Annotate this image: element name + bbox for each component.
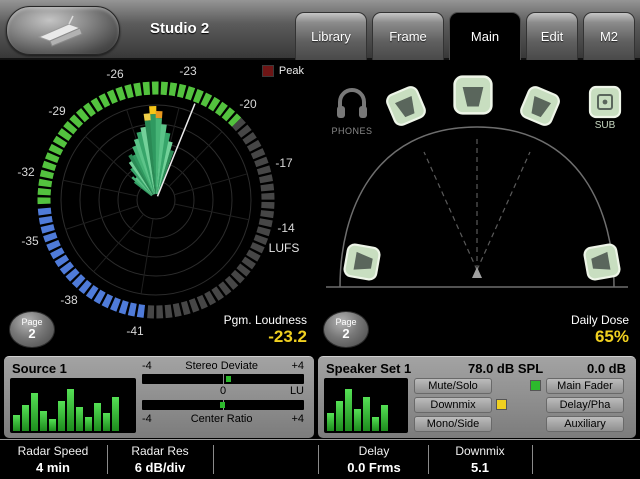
meter-screen: Studio 2 Library Frame Main Edit M2 LUFS… [0,0,640,479]
sub-label: SUB [595,120,616,131]
radar-scale-label: -41 [126,324,143,338]
speaker-level-histogram [324,378,408,433]
right-axis-line [477,152,530,270]
brand-logo [6,6,120,55]
speaker-set-panel: Speaker Set 1 78.0 dB SPL 0.0 dB Mute/So… [318,356,636,438]
radar-res-cell[interactable]: Radar Res 6 dB/div [108,440,212,479]
histogram-bar [354,409,361,431]
radar-speed-cell[interactable]: Radar Speed 4 min [0,440,106,479]
separator [107,445,108,474]
histogram-bar [372,417,379,431]
histogram-bar [76,407,83,431]
downmix-active-indicator [496,399,507,410]
center-ratio-label: Center Ratio [191,413,253,425]
histogram-bar [327,413,334,431]
separator [532,445,533,474]
histogram-bar [58,401,65,431]
downmix-cell[interactable]: Downmix 5.1 [430,440,530,479]
radar-scale-label: -20 [239,97,256,111]
program-loudness-label: Pgm. Loudness [224,313,307,327]
histogram-bar [94,403,101,431]
histogram-bar [49,419,56,431]
speaker-icon-surround-left[interactable] [343,243,380,280]
radar-scale-label: -32 [17,165,34,179]
lu-unit-label: LU [290,385,304,397]
subwoofer-icon[interactable] [590,87,620,117]
histogram-bar [363,397,370,431]
radar-scale-label: -38 [60,293,77,307]
histogram-bar [22,405,29,431]
daily-dose-value: 65% [595,327,629,347]
daily-dose-label: Daily Dose [571,313,629,327]
center-ratio-scale: -4 Center Ratio +4 [142,413,304,425]
speaker-icon-surround-right[interactable] [583,243,620,280]
histogram-bar [40,411,47,431]
delay-pha-button[interactable]: Delay/Pha [546,397,624,413]
radar-scale-label: -17 [275,156,292,170]
separator [213,445,214,474]
tab-bar: Library Frame Main Edit M2 [295,12,635,60]
source-title: Source 1 [12,361,67,376]
loudness-radar-panel: LUFS Peak Page 2 Pgm. Loudness -23.2 -23… [4,62,314,354]
histogram-bar [345,389,352,431]
source-panel: Source 1 -4 Stereo Deviate +4 0 LU -4 Ce… [4,356,314,438]
tab-frame[interactable]: Frame [372,12,444,60]
page-title: Studio 2 [150,20,209,37]
speaker-icon-center[interactable] [455,77,492,114]
spl-value: 78.0 dB SPL [468,361,543,376]
stereo-deviate-label: Stereo Deviate [185,360,258,372]
stereo-deviate-meter [142,374,304,384]
radar-scale-label: -29 [48,104,65,118]
speaker-icon-front-left[interactable] [385,85,427,127]
auxiliary-button[interactable]: Auxiliary [546,416,624,432]
radar-scale-label: -14 [277,221,294,235]
logo-device-icon [7,7,119,54]
radar-page-button[interactable]: Page 2 [9,311,55,348]
phones-label: PHONES [328,126,376,136]
meter-zero-row: 0 LU [142,385,304,397]
center-ratio-meter [142,400,304,410]
histogram-bar [13,415,20,431]
program-loudness-value: -23.2 [268,327,307,347]
speaker-page-button[interactable]: Page 2 [323,311,369,348]
peak-label: Peak [279,65,304,77]
headphones-icon [334,86,370,120]
speaker-set-title: Speaker Set 1 [326,361,411,376]
header-bar: Studio 2 Library Frame Main Edit M2 [0,0,640,60]
tab-edit[interactable]: Edit [526,12,578,60]
radar-scale-label: -35 [21,234,38,248]
separator [428,445,429,474]
bottom-bar: Radar Speed 4 min Radar Res 6 dB/div Del… [0,439,640,479]
histogram-bar [103,413,110,431]
speaker-icon-front-right[interactable] [519,85,561,127]
separator [318,445,319,474]
left-axis-line [424,152,477,270]
tab-main[interactable]: Main [449,12,521,60]
source-level-histogram [10,378,136,433]
peak-legend: Peak [262,65,304,77]
histogram-bar [31,393,38,431]
histogram-bar [67,389,74,431]
histogram-bar [336,401,343,431]
histogram-bar [112,397,119,431]
speaker-setup-panel: PHONES SUB Page 2 Daily Dose 65% [318,62,636,354]
delay-cell[interactable]: Delay 0.0 Frms [322,440,426,479]
main-fader-button[interactable]: Main Fader [546,378,624,394]
peak-indicator [262,65,274,77]
lufs-unit-label: LUFS [269,241,300,255]
mono-side-button[interactable]: Mono/Side [414,416,492,432]
tab-m2[interactable]: M2 [583,12,635,60]
listener-marker [472,267,482,278]
mute-solo-button[interactable]: Mute/Solo [414,378,492,394]
radar-scale-label: -23 [179,64,196,78]
phones-button[interactable]: PHONES [328,86,376,136]
tab-library[interactable]: Library [295,12,367,60]
histogram-bar [85,417,92,431]
histogram-bar [381,405,388,431]
radar-scale-label: -26 [106,67,123,81]
stereo-deviate-scale: -4 Stereo Deviate +4 [142,360,304,372]
downmix-button[interactable]: Downmix [414,397,492,413]
main-fader-indicator [530,380,541,391]
level-value: 0.0 dB [587,361,626,376]
